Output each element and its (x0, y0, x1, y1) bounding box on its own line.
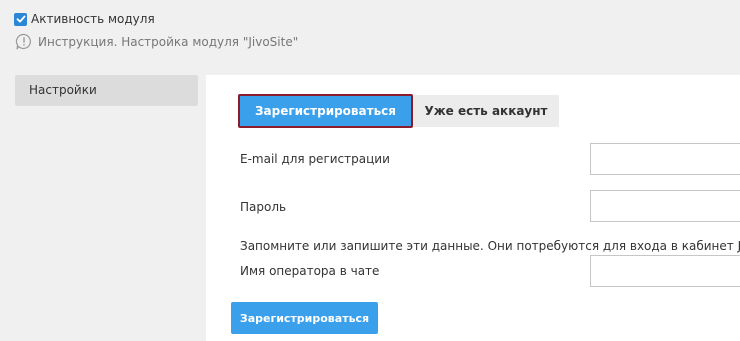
register-button[interactable]: Зарегистрироваться (231, 302, 378, 334)
info-bubble-icon (15, 33, 31, 50)
instruction-link[interactable]: Инструкция. Настройка модуля "JivoSite" (15, 33, 298, 51)
module-active-label: Активность модуля (31, 12, 155, 26)
sidebar-item-settings[interactable]: Настройки (15, 75, 198, 106)
operator-name-field[interactable] (590, 255, 740, 287)
instruction-text: Инструкция. Настройка модуля "JivoSite" (38, 35, 299, 49)
email-label: E-mail для регистрации (240, 152, 390, 166)
password-field[interactable] (590, 190, 740, 222)
settings-panel: Зарегистрироваться Уже есть аккаунт E-ma… (206, 75, 740, 341)
tab-register[interactable]: Зарегистрироваться (238, 94, 413, 128)
email-field[interactable] (590, 143, 740, 175)
checkmark-icon (16, 15, 25, 23)
module-active-toggle[interactable]: Активность модуля (14, 10, 155, 28)
module-active-checkbox[interactable] (14, 12, 27, 26)
password-label: Пароль (240, 200, 287, 214)
operator-name-label: Имя оператора в чате (240, 264, 380, 278)
credentials-note: Запомните или запишите эти данные. Они п… (240, 239, 740, 253)
tab-have-account[interactable]: Уже есть аккаунт (413, 95, 559, 127)
